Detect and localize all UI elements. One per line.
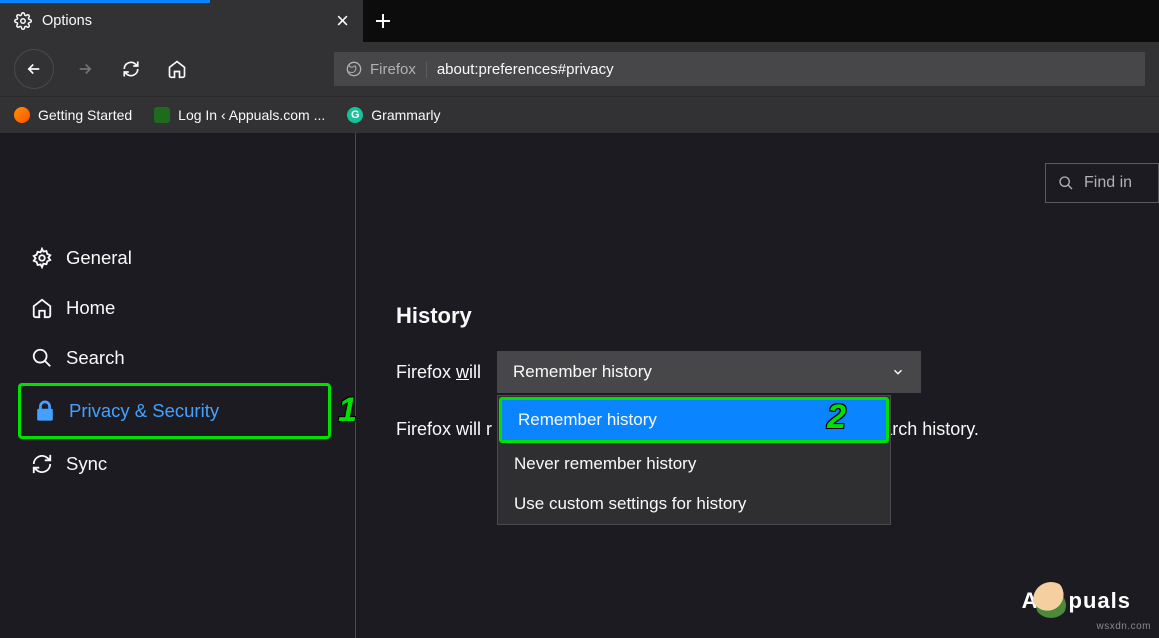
gear-icon: [14, 12, 32, 30]
section-heading-history: History: [396, 303, 1119, 329]
sidebar-item-label: Privacy & Security: [69, 400, 219, 422]
option-label: Use custom settings for history: [514, 494, 746, 513]
bookmark-grammarly[interactable]: G Grammarly: [347, 107, 440, 123]
history-prelabel: Firefox will: [396, 362, 481, 383]
sidebar-item-label: General: [66, 247, 132, 269]
site-identity[interactable]: Firefox: [346, 61, 427, 78]
back-button[interactable]: [14, 49, 54, 89]
new-tab-button[interactable]: [363, 0, 403, 42]
bookmark-label: Getting Started: [38, 107, 132, 123]
appuals-watermark: Apuals: [1022, 582, 1131, 618]
address-bar[interactable]: Firefox about:preferences#privacy: [334, 52, 1145, 86]
option-never-remember[interactable]: Never remember history: [498, 444, 890, 484]
sidebar-item-general[interactable]: General: [0, 233, 355, 283]
dropdown-selected-label: Remember history: [513, 362, 652, 382]
search-options-input[interactable]: Find in: [1045, 163, 1159, 203]
forward-button[interactable]: [70, 54, 100, 84]
nav-toolbar: Firefox about:preferences#privacy: [0, 42, 1159, 96]
option-remember-history[interactable]: Remember history 2: [502, 400, 886, 440]
history-mode-dropdown-list: Remember history 2 Never remember histor…: [497, 395, 891, 525]
sidebar-item-search[interactable]: Search: [0, 333, 355, 383]
sidebar-item-label: Sync: [66, 453, 107, 475]
option-label: Never remember history: [514, 454, 696, 473]
bookmark-label: Grammarly: [371, 107, 440, 123]
sidebar-item-sync[interactable]: Sync: [0, 439, 355, 489]
history-mode-row: Firefox will Remember history Remember h…: [396, 351, 1119, 393]
bookmark-label: Log In ‹ Appuals.com ...: [178, 107, 325, 123]
firefox-icon: [346, 61, 362, 77]
search-placeholder: Find in: [1084, 174, 1132, 192]
sidebar-item-label: Home: [66, 297, 115, 319]
url-text: about:preferences#privacy: [437, 61, 614, 78]
appuals-favicon: [154, 107, 170, 123]
option-custom-settings[interactable]: Use custom settings for history: [498, 484, 890, 524]
sidebar-item-home[interactable]: Home: [0, 283, 355, 333]
option-label: Remember history: [518, 410, 657, 429]
tab-title: Options: [42, 13, 326, 29]
chevron-down-icon: [891, 365, 905, 379]
close-icon[interactable]: ×: [336, 10, 349, 32]
site-watermark: wsxdn.com: [1096, 621, 1151, 632]
settings-main: Find in History Firefox will Remember hi…: [356, 133, 1159, 638]
tab-options[interactable]: Options ×: [0, 0, 363, 42]
gear-icon: [30, 246, 54, 270]
lock-icon: [33, 399, 57, 423]
reload-button[interactable]: [116, 54, 146, 84]
bookmarks-bar: Getting Started Log In ‹ Appuals.com ...…: [0, 96, 1159, 133]
annotation-highlight-1: Privacy & Security: [18, 383, 331, 439]
preferences-page: General Home Search Privacy & Security: [0, 133, 1159, 638]
home-icon: [30, 296, 54, 320]
cartoon-icon: [1033, 582, 1069, 618]
tab-loading-indicator: [0, 0, 210, 3]
sidebar-item-privacy[interactable]: Privacy & Security: [21, 386, 328, 436]
annotation-marker-1: 1: [338, 391, 357, 430]
bookmark-getting-started[interactable]: Getting Started: [14, 107, 132, 123]
grammarly-favicon: G: [347, 107, 363, 123]
home-button[interactable]: [162, 54, 192, 84]
search-icon: [1058, 175, 1074, 191]
bookmark-appuals[interactable]: Log In ‹ Appuals.com ...: [154, 107, 325, 123]
search-icon: [30, 346, 54, 370]
tab-bar: Options ×: [0, 0, 1159, 42]
sidebar-item-label: Search: [66, 347, 125, 369]
history-mode-dropdown[interactable]: Remember history: [497, 351, 921, 393]
category-sidebar: General Home Search Privacy & Security: [0, 133, 356, 638]
annotation-highlight-2: Remember history 2: [499, 397, 889, 443]
identity-label: Firefox: [370, 61, 416, 78]
annotation-marker-2: 2: [827, 398, 846, 437]
sync-icon: [30, 452, 54, 476]
firefox-favicon: [14, 107, 30, 123]
